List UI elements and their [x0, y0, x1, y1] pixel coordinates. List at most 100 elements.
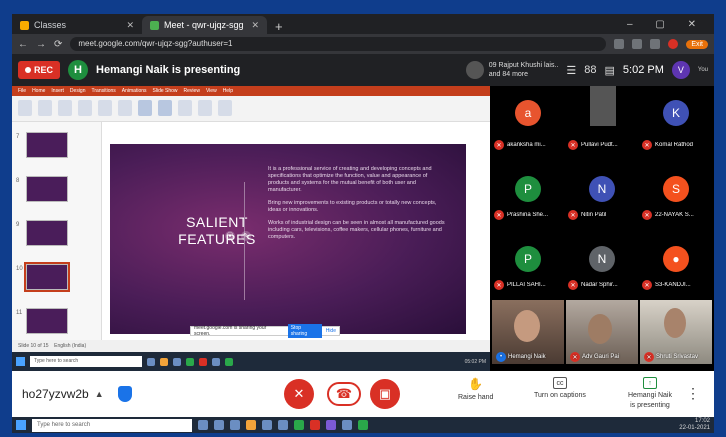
participant-tile[interactable]: ✕ Pullavi Pudt... [566, 86, 638, 156]
other-participants[interactable]: 09 Rajput Khushi lais.. and 84 more [465, 61, 558, 79]
window-controls[interactable]: – ▢ ✕ [619, 19, 714, 34]
captions-button[interactable]: cc Turn on captions [534, 377, 586, 399]
ribbon-tab[interactable]: Insert [51, 88, 64, 94]
chrome-icon[interactable] [294, 420, 304, 430]
task-view-icon[interactable] [147, 357, 155, 366]
camera-indicator-icon[interactable] [614, 39, 625, 49]
participant-tile[interactable]: K ✕ Komal Rathod [640, 96, 712, 156]
paragraph-icon[interactable] [118, 100, 132, 116]
thumb-number: 11 [16, 310, 23, 316]
hide-button[interactable]: Hide [326, 328, 336, 334]
design-ideas-icon[interactable] [218, 100, 232, 116]
ribbon-tab[interactable]: View [206, 88, 217, 94]
slide-thumbnail[interactable] [26, 220, 68, 246]
video-tile[interactable]: • Hemangi Naik [492, 300, 564, 364]
participant-tile[interactable]: S ✕ 22-NAYAK S... [640, 172, 712, 232]
cortana-icon[interactable] [198, 420, 208, 430]
find-icon[interactable] [178, 100, 192, 116]
font-icon[interactable] [78, 100, 92, 116]
chevron-up-icon[interactable]: ▲ [95, 389, 104, 399]
star-icon[interactable] [650, 39, 661, 49]
video-tile[interactable]: ✕ Shruti Srivastav [640, 300, 712, 364]
powerpoint-icon[interactable] [199, 357, 207, 366]
presenter-taskbar: Type here to search 05:02 PM [12, 352, 490, 371]
more-options-icon[interactable]: ⋮ [686, 385, 700, 402]
browser-tab-classes[interactable]: Classes ✕ [12, 16, 142, 34]
reload-icon[interactable]: ⟳ [54, 39, 62, 50]
store-icon[interactable] [262, 420, 272, 430]
meeting-code[interactable]: ho27yzvw2b [22, 387, 89, 401]
file-explorer-icon[interactable] [246, 420, 256, 430]
taskbar-search[interactable]: Type here to search [32, 418, 192, 432]
slide-thumbnail[interactable] [26, 308, 68, 334]
close-icon[interactable]: ✕ [251, 20, 259, 31]
ribbon-tab[interactable]: File [18, 88, 26, 94]
plus-icon[interactable]: + [267, 19, 291, 34]
leave-call-button[interactable]: ☎ [327, 382, 361, 406]
mic-toggle-button[interactable]: ✕ [284, 379, 314, 409]
ribbon-tab[interactable]: Slide Show [153, 88, 178, 94]
ribbon-tab[interactable]: Animations [122, 88, 147, 94]
teams-icon[interactable] [326, 420, 336, 430]
powerpoint-ribbon: File Home Insert Design Transitions Anim… [12, 86, 490, 122]
raise-hand-button[interactable]: ✋ Raise hand [458, 377, 493, 401]
task-view-icon[interactable] [214, 420, 224, 430]
app-icon[interactable] [358, 420, 368, 430]
url-field[interactable]: meet.google.com/qwr-ujqz-sgg?authuser=1 [70, 37, 607, 51]
back-arrow-icon[interactable]: ← [18, 39, 28, 50]
pen-icon[interactable]: ✎ [241, 231, 251, 241]
participant-avatar: P [515, 246, 541, 272]
paste-icon[interactable] [18, 100, 32, 116]
app-icon[interactable] [310, 420, 320, 430]
excel-icon[interactable] [225, 357, 233, 366]
participant-avatar: N [589, 176, 615, 202]
windows-start-icon[interactable] [16, 357, 25, 366]
stop-sharing-button[interactable]: Stop sharing [287, 324, 322, 338]
participant-tile[interactable]: P ✕ Prashina She... [492, 172, 564, 232]
presenter-taskbar-search[interactable]: Type here to search [30, 356, 142, 367]
forward-arrow-icon[interactable]: → [36, 39, 46, 50]
video-tile[interactable]: ✕ Adv Gauri Pai [566, 300, 638, 364]
participant-tile[interactable]: N ✕ Nitin Patil [566, 172, 638, 232]
ribbon-tab[interactable]: Review [184, 88, 200, 94]
slide-thumbnail[interactable] [26, 132, 68, 158]
mail-icon[interactable] [278, 420, 288, 430]
edge-icon[interactable] [173, 357, 181, 366]
profile-avatar[interactable] [668, 39, 679, 49]
ribbon-tab[interactable]: Help [223, 88, 233, 94]
people-icon[interactable]: ☰ [566, 64, 576, 77]
bold-icon[interactable] [98, 100, 112, 116]
arrange-icon[interactable] [158, 100, 172, 116]
participant-tile[interactable]: a ✕ akanksha mi... [492, 96, 564, 156]
layout-icon[interactable] [58, 100, 72, 116]
close-icon[interactable]: ✕ [126, 20, 134, 31]
shapes-icon[interactable] [138, 100, 152, 116]
exit-button[interactable]: Exit [686, 39, 708, 49]
participant-tile[interactable]: N ✕ Nadar Sphir... [566, 242, 638, 302]
windows-start-icon[interactable] [16, 420, 26, 430]
camera-off-icon: ▣ [378, 386, 392, 401]
file-explorer-icon[interactable] [160, 357, 168, 366]
ribbon-tab[interactable]: Transitions [92, 88, 116, 94]
pointer-icon[interactable]: ⦿ [225, 231, 235, 241]
edge-icon[interactable] [230, 420, 240, 430]
zoom-icon[interactable] [632, 39, 643, 49]
browser-tab-meet[interactable]: Meet - qwr-ujqz-sgg ✕ [142, 16, 267, 34]
mail-icon[interactable] [212, 357, 220, 366]
current-slide[interactable]: SALIENT FEATURES ⦿ ✎ It is a professiona… [110, 144, 466, 334]
camera-toggle-button[interactable]: ▣ [370, 379, 400, 409]
host-controls-shield-icon[interactable] [117, 386, 132, 402]
chrome-icon[interactable] [186, 357, 194, 366]
dictate-icon[interactable] [198, 100, 212, 116]
presenting-button[interactable]: ↑ Hemangi Naik is presenting [628, 377, 672, 409]
new-slide-icon[interactable] [38, 100, 52, 116]
app-icon[interactable] [342, 420, 352, 430]
participant-tile[interactable]: ● ✕ S3-KANDJI... [640, 242, 712, 302]
chat-icon[interactable]: ▤ [605, 64, 615, 77]
slide-thumbnail-selected[interactable] [24, 262, 70, 292]
participant-avatar: P [515, 176, 541, 202]
slide-thumbnail[interactable] [26, 176, 68, 202]
participant-tile[interactable]: P ✕ PILLAI SAHI... [492, 242, 564, 302]
ribbon-tab[interactable]: Home [32, 88, 45, 94]
ribbon-tab[interactable]: Design [70, 88, 86, 94]
